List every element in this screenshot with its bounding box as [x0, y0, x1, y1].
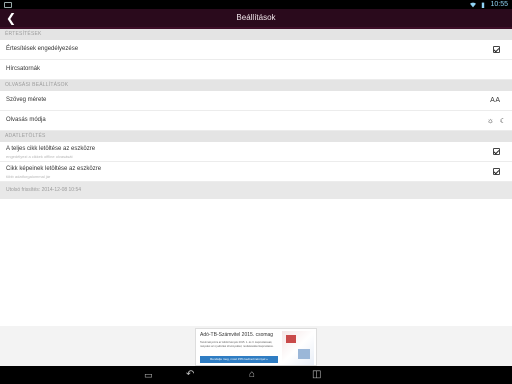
ad-title: Adó-TB-Számvitel 2015. csomag: [200, 332, 274, 338]
page-title: Beállítások: [236, 13, 276, 22]
ad-text: Tanulmányozza az Adótörvények 2015. 1. é…: [200, 341, 274, 348]
setting-news-channels[interactable]: Hírcsatornák: [0, 60, 512, 80]
setting-reading-mode[interactable]: Olvasás módja ☼ ☾: [0, 111, 512, 131]
setting-label: Olvasás módja: [6, 117, 46, 123]
images-checkbox[interactable]: [493, 168, 500, 175]
status-bar: 10:55: [0, 0, 512, 9]
notifications-checkbox[interactable]: [493, 46, 500, 53]
text-size-icon[interactable]: A A: [490, 97, 500, 104]
screen-icon[interactable]: ▭: [144, 369, 153, 381]
nav-bar: ▭ ↶ ⌂ ◫: [0, 366, 512, 384]
setting-sublabel: engedélyezi a cikkek offline olvasását: [6, 154, 73, 159]
ad-image: [282, 331, 314, 365]
sun-icon[interactable]: ☼: [487, 116, 494, 125]
settings-list: ÉRTESÍTÉSEK Értesítések engedélyezése Hí…: [0, 29, 512, 329]
setting-label: A teljes cikk letöltése az eszközre: [6, 146, 96, 152]
setting-full-article-download[interactable]: A teljes cikk letöltése az eszközre enge…: [0, 142, 512, 162]
setting-images-download[interactable]: Cikk képeinek letöltése az eszközre több…: [0, 162, 512, 182]
section-header-notifications: ÉRTESÍTÉSEK: [0, 29, 512, 40]
setting-label: Szöveg mérete: [6, 97, 47, 103]
section-header-download: ADATLETÖLTÉS: [0, 131, 512, 142]
nav-back-icon[interactable]: ↶: [186, 369, 194, 381]
section-header-reading: OLVASÁSI BEÁLLÍTÁSOK: [0, 80, 512, 91]
setting-text-size[interactable]: Szöveg mérete A A: [0, 91, 512, 111]
moon-icon[interactable]: ☾: [500, 117, 506, 125]
battery-icon: [482, 2, 485, 8]
app-bar: ❮ Beállítások: [0, 9, 512, 29]
status-right: 10:55: [470, 1, 508, 8]
last-update: Utolsó frissítés: 2014-12-08 10:54: [0, 182, 512, 199]
full-article-checkbox[interactable]: [493, 148, 500, 155]
setting-label: Értesítések engedélyezése: [6, 46, 79, 52]
ad-bar: Adó-TB-Számvitel 2015. csomag Tanulmányo…: [0, 326, 512, 366]
wifi-icon: [470, 2, 477, 7]
clock: 10:55: [490, 1, 508, 8]
ad-banner[interactable]: Adó-TB-Számvitel 2015. csomag Tanulmányo…: [195, 328, 317, 366]
screenshot-icon: [4, 1, 12, 8]
nav-recents-icon[interactable]: ◫: [312, 369, 321, 381]
setting-sublabel: több adatforgalommal jár: [6, 174, 51, 179]
setting-label: Cikk képeinek letöltése az eszközre: [6, 166, 102, 172]
setting-label: Hírcsatornák: [6, 66, 41, 72]
ad-button[interactable]: Rendelje meg, most 15% kedvezménnyel »: [200, 356, 278, 363]
nav-home-icon[interactable]: ⌂: [249, 369, 255, 381]
setting-notifications-enable[interactable]: Értesítések engedélyezése: [0, 40, 512, 60]
